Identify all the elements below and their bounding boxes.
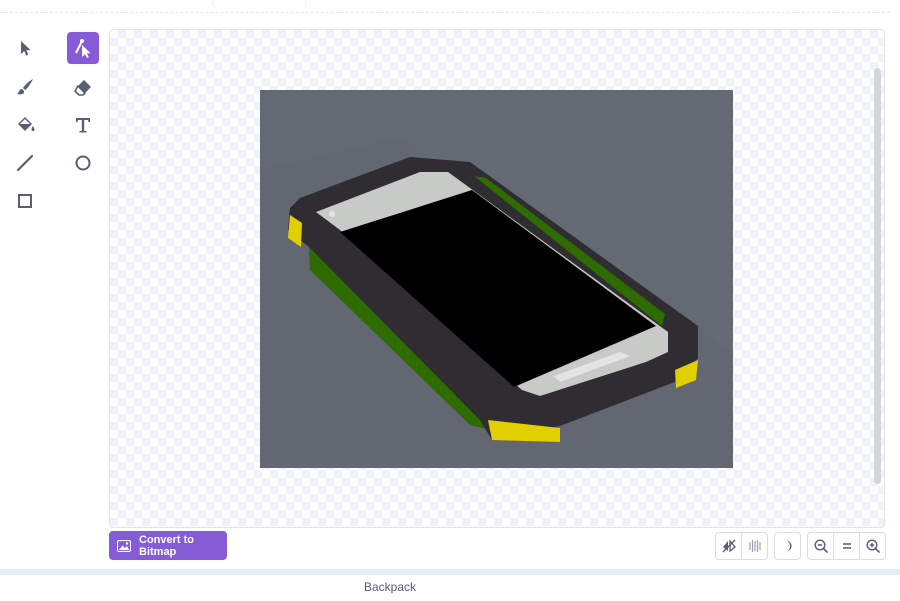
top-divider-tick xyxy=(305,0,306,6)
top-divider xyxy=(0,12,890,13)
dark-mode-button[interactable] xyxy=(775,533,800,559)
flip-vertical-button[interactable] xyxy=(741,533,767,559)
fill-bucket-icon xyxy=(18,117,35,131)
zoom-controls xyxy=(807,532,886,560)
text-tool[interactable] xyxy=(67,109,99,141)
flip-controls xyxy=(715,532,768,560)
reshape-tool[interactable] xyxy=(67,32,99,64)
text-icon xyxy=(76,118,90,133)
convert-to-bitmap-button[interactable]: Convert to Bitmap xyxy=(109,531,227,560)
circle-tool[interactable] xyxy=(67,147,99,179)
paint-canvas[interactable] xyxy=(109,29,885,528)
vertical-scrollbar[interactable] xyxy=(874,68,881,484)
dark-mode-controls xyxy=(774,532,801,560)
brush-icon xyxy=(17,79,33,95)
arrow-select-icon xyxy=(21,41,31,56)
backpack-label[interactable]: Backpack xyxy=(364,580,416,594)
select-tool[interactable] xyxy=(9,32,41,64)
eraser-icon xyxy=(74,80,91,96)
eraser-tool[interactable] xyxy=(67,71,99,103)
flip-horizontal-icon xyxy=(722,539,736,553)
rectangle-icon xyxy=(18,194,32,208)
line-tool[interactable] xyxy=(9,147,41,179)
brush-tool[interactable] xyxy=(9,71,41,103)
fill-tool[interactable] xyxy=(9,109,41,141)
rectangle-tool[interactable] xyxy=(9,185,41,217)
top-divider-tick xyxy=(212,0,213,6)
zoom-in-icon xyxy=(865,539,880,553)
zoom-reset-icon xyxy=(842,543,851,549)
zoom-in-button[interactable] xyxy=(859,533,885,559)
zoom-reset-button[interactable] xyxy=(833,533,859,559)
backpack-bar[interactable] xyxy=(0,569,900,601)
zoom-out-button[interactable] xyxy=(808,533,833,559)
flip-vertical-icon xyxy=(748,540,761,552)
phone-image xyxy=(260,90,733,468)
dark-mode-icon xyxy=(785,540,791,552)
zoom-out-icon xyxy=(813,539,828,553)
circle-icon xyxy=(75,155,91,171)
line-icon xyxy=(16,154,34,172)
reshape-icon xyxy=(75,39,91,58)
convert-button-label: Convert to Bitmap xyxy=(139,533,194,558)
flip-horizontal-button[interactable] xyxy=(716,533,741,559)
image-icon xyxy=(117,539,131,552)
